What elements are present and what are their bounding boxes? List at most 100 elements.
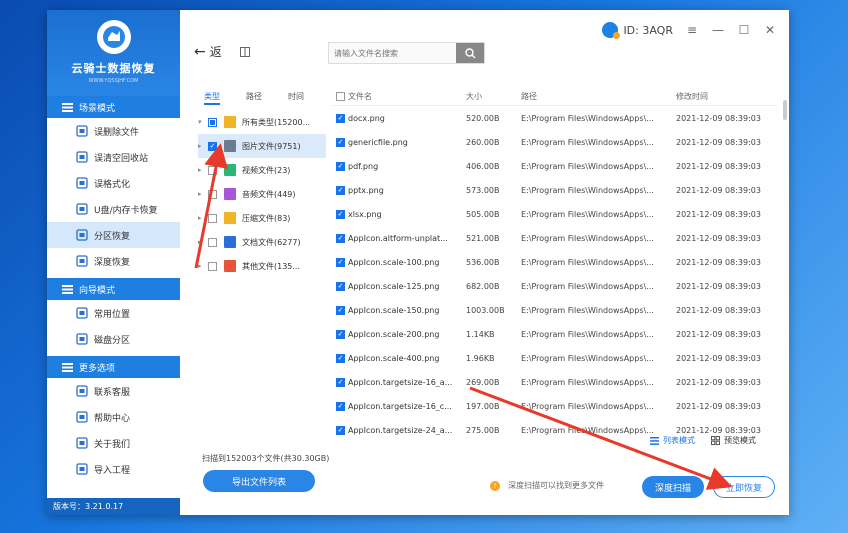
table-row[interactable]: ✓ AppIcon.scale-150.png 1003.00B E:\Prog… [332,298,777,322]
list-mode-button[interactable]: 列表模式 [650,435,695,446]
sidebar-item[interactable]: 误清空回收站 [47,144,180,170]
tree-item[interactable]: ▸ 其他文件(135... [198,254,326,278]
search-input[interactable] [329,43,456,63]
sidebar-item[interactable]: U盘/内存卡恢复 [47,196,180,222]
col-modified[interactable]: 修改时间 [676,91,776,102]
row-checkbox[interactable]: ✓ [336,353,345,363]
table-row[interactable]: ✓ genericfile.png 260.00B E:\Program Fil… [332,130,777,154]
deep-scan-button[interactable]: 深度扫描 [642,476,704,498]
row-checkbox[interactable]: ✓ [336,425,345,435]
grid-icon[interactable] [240,47,250,57]
col-path[interactable]: 路径 [521,91,676,102]
expand-icon[interactable]: ▸ [198,190,208,198]
sidebar-item[interactable]: 误格式化 [47,170,180,196]
row-checkbox[interactable]: ✓ [336,401,345,411]
sidebar-item[interactable]: 分区恢复 [47,222,180,248]
cell-modified: 2021-12-09 08:39:03 [676,281,761,291]
cell-filename: genericfile.png [348,137,408,147]
checkbox[interactable] [208,213,217,223]
checkbox[interactable]: ✓ [208,141,217,151]
export-list-button[interactable]: 导出文件列表 [203,470,315,492]
collapse-icon[interactable]: ▾ [198,118,208,126]
tree-item[interactable]: ▸ 压缩文件(83) [198,206,326,230]
table-row[interactable]: ✓ AppIcon.targetsize-16_a... 269.00B E:\… [332,370,777,394]
table-row[interactable]: ✓ AppIcon.altform-unplat... 521.00B E:\P… [332,226,777,250]
logo-title: 云骑士数据恢复 [71,62,156,75]
row-checkbox[interactable]: ✓ [336,377,345,387]
sidebar-item-label: 分区恢复 [94,231,131,242]
recover-now-button[interactable]: 立即恢复 [713,476,775,498]
expand-icon[interactable]: ▸ [198,214,208,222]
row-checkbox[interactable]: ✓ [336,305,345,315]
row-checkbox[interactable]: ✓ [336,281,345,291]
cell-size: 505.00B [466,209,500,219]
cell-size: 275.00B [466,425,500,435]
tab-type[interactable]: 类型 [204,91,220,105]
maximize-icon[interactable]: ☐ [737,23,751,37]
table-row[interactable]: ✓ AppIcon.targetsize-16_c... 197.00B E:\… [332,394,777,418]
checkbox[interactable] [208,189,217,199]
expand-icon[interactable]: ▸ [198,166,208,174]
table-row[interactable]: ✓ xlsx.png 505.00B E:\Program Files\Wind… [332,202,777,226]
tree-item[interactable]: ▸ 音频文件(449) [198,182,326,206]
sidebar-item[interactable]: 深度恢复 [47,248,180,274]
checkbox[interactable] [208,237,217,247]
tree-item[interactable]: ▸ 文档文件(6277) [198,230,326,254]
expand-icon[interactable]: ▸ [198,262,208,270]
search-box [328,42,485,64]
info-icon: ! [490,480,500,491]
row-checkbox[interactable]: ✓ [336,161,345,171]
cell-size: 520.00B [466,113,500,123]
sidebar: 云骑士数据恢复 WWW.YQSSJHF.COM 场景模式 误删除文件 误清空回收站误… [47,10,180,515]
table-row[interactable]: ✓ AppIcon.scale-400.png 1.96KB E:\Progra… [332,346,777,370]
row-checkbox[interactable]: ✓ [336,137,345,147]
file-type-icon [224,140,236,152]
row-checkbox[interactable]: ✓ [336,185,345,195]
back-button[interactable]: ← 返 [194,43,222,60]
table-row[interactable]: ✓ docx.png 520.00B E:\Program Files\Wind… [332,106,777,130]
col-size[interactable]: 大小 [466,91,521,102]
tab-time[interactable]: 时间 [288,91,304,102]
tab-path[interactable]: 路径 [246,91,262,102]
row-checkbox[interactable]: ✓ [336,209,345,219]
user-id[interactable]: ID: 3AQR [602,22,673,39]
sidebar-item[interactable]: 磁盘分区 [47,326,180,352]
cell-modified: 2021-12-09 08:39:03 [676,305,761,315]
sidebar-item[interactable]: 关于我们 [47,430,180,456]
table-row[interactable]: ✓ AppIcon.scale-100.png 536.00B E:\Progr… [332,250,777,274]
tree-item[interactable]: ▸ ✓ 图片文件(9751) [198,134,326,158]
cell-path: E:\Program Files\WindowsApps\... [521,353,654,363]
checkbox[interactable] [208,261,217,271]
tree-item[interactable]: ▸ 视频文件(23) [198,158,326,182]
menu-icon[interactable]: ≡ [685,23,699,37]
expand-icon[interactable]: ▸ [198,142,208,150]
sidebar-item[interactable]: 误删除文件 [47,118,180,144]
expand-icon[interactable]: ▸ [198,238,208,246]
table-row[interactable]: ✓ pdf.png 406.00B E:\Program Files\Windo… [332,154,777,178]
select-all-checkbox[interactable] [336,92,345,101]
table-row[interactable]: ✓ AppIcon.scale-200.png 1.14KB E:\Progra… [332,322,777,346]
row-checkbox[interactable]: ✓ [336,113,345,123]
col-filename[interactable]: 文件名 [348,91,466,102]
table-row[interactable]: ✓ pptx.png 573.00B E:\Program Files\Wind… [332,178,777,202]
import-icon [75,463,88,476]
close-icon[interactable]: ✕ [763,23,777,37]
sidebar-item-label: U盘/内存卡恢复 [94,205,158,216]
preview-mode-button[interactable]: 预览模式 [711,435,756,446]
cell-filename: xlsx.png [348,209,382,219]
deep-scan-hint: ! 深度扫描可以找到更多文件 [490,480,604,491]
sidebar-item[interactable]: 导入工程 [47,456,180,482]
sidebar-item[interactable]: 常用位置 [47,300,180,326]
table-row[interactable]: ✓ AppIcon.scale-125.png 682.00B E:\Progr… [332,274,777,298]
row-checkbox[interactable]: ✓ [336,257,345,267]
search-button[interactable] [456,43,484,63]
row-checkbox[interactable]: ✓ [336,233,345,243]
row-checkbox[interactable]: ✓ [336,329,345,339]
sidebar-item[interactable]: 帮助中心 [47,404,180,430]
sidebar-item[interactable]: 联系客服 [47,378,180,404]
tree-root[interactable]: ▾ 所有类型(15200... [198,110,326,134]
checkbox[interactable] [208,165,217,175]
checkbox[interactable] [208,117,217,127]
minimize-icon[interactable]: — [711,23,725,37]
table-scrollbar[interactable] [783,100,787,120]
